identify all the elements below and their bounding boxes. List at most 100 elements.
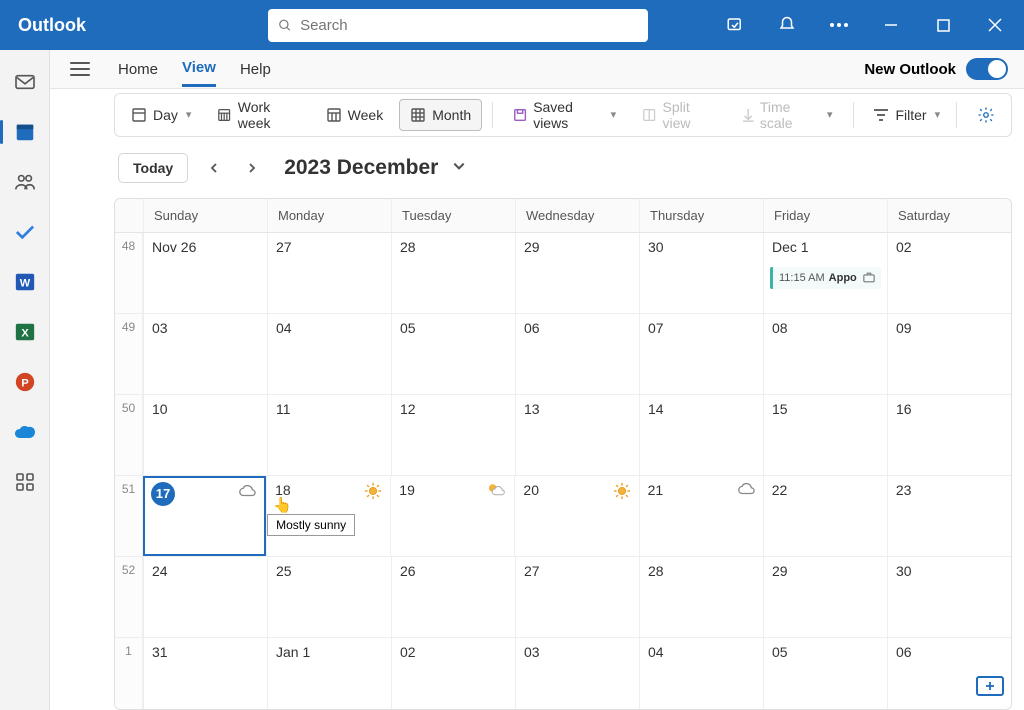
day-cell[interactable]: 30 bbox=[639, 233, 763, 313]
rail-word[interactable]: W bbox=[10, 268, 40, 296]
day-cell[interactable]: 23 bbox=[887, 476, 1011, 556]
filter-icon bbox=[873, 108, 889, 122]
view-workweek-button[interactable]: Work week bbox=[207, 99, 309, 131]
today-date-badge: 17 bbox=[151, 482, 175, 506]
header-thursday: Thursday bbox=[639, 199, 763, 232]
partly-cloudy-icon[interactable] bbox=[487, 482, 506, 503]
day-cell[interactable]: 22 bbox=[763, 476, 887, 556]
day-cell[interactable]: 28 bbox=[639, 557, 763, 637]
tab-help[interactable]: Help bbox=[240, 53, 271, 86]
rail-people[interactable] bbox=[10, 168, 40, 196]
filter-button[interactable]: Filter▾ bbox=[863, 99, 950, 131]
day-cell[interactable]: 29 bbox=[763, 557, 887, 637]
tab-home[interactable]: Home bbox=[118, 53, 158, 86]
rail-todo[interactable] bbox=[10, 218, 40, 246]
view-month-button[interactable]: Month bbox=[399, 99, 482, 131]
day-cell[interactable]: Jan 1 bbox=[267, 638, 391, 710]
day-cell[interactable]: 10 bbox=[143, 395, 267, 475]
day-cell[interactable]: 05 bbox=[391, 314, 515, 394]
sun-icon[interactable] bbox=[613, 482, 631, 505]
day-cell[interactable]: 13 bbox=[515, 395, 639, 475]
day-cell[interactable]: 02 bbox=[391, 638, 515, 710]
day-cell[interactable]: 26 bbox=[391, 557, 515, 637]
rail-onedrive[interactable] bbox=[10, 418, 40, 446]
day-cell[interactable]: 08 bbox=[763, 314, 887, 394]
header-saturday: Saturday bbox=[887, 199, 1011, 232]
day-cell[interactable]: 24 bbox=[143, 557, 267, 637]
day-cell-today[interactable]: 17 bbox=[143, 476, 266, 556]
day-cell[interactable]: 16 bbox=[887, 395, 1011, 475]
day-cell[interactable]: 28 bbox=[391, 233, 515, 313]
day-cell[interactable]: 05 bbox=[763, 638, 887, 710]
day-cell[interactable]: 02 bbox=[887, 233, 1011, 313]
nav-toggle-icon[interactable] bbox=[70, 62, 90, 76]
view-day-button[interactable]: Day▾ bbox=[121, 99, 201, 131]
chevron-down-icon[interactable] bbox=[452, 159, 466, 178]
day-cell[interactable]: 03 bbox=[515, 638, 639, 710]
rail-more-apps[interactable] bbox=[10, 468, 40, 496]
week-row: 50 10 11 12 13 14 15 16 bbox=[115, 395, 1011, 476]
chevron-down-icon: ▾ bbox=[935, 108, 941, 121]
day-cell[interactable]: 18 👆 Mostly sunny bbox=[266, 476, 390, 556]
more-icon[interactable] bbox=[824, 10, 854, 40]
day-cell[interactable]: Dec 1 11:15 AM Appo bbox=[763, 233, 887, 313]
rail-powerpoint[interactable]: P bbox=[10, 368, 40, 396]
rail-mail[interactable] bbox=[10, 68, 40, 96]
day-cell[interactable]: 31 bbox=[143, 638, 267, 710]
week-row: 49 03 04 05 06 07 08 09 bbox=[115, 314, 1011, 395]
day-cell[interactable]: 25 bbox=[267, 557, 391, 637]
day-cell[interactable]: 03 bbox=[143, 314, 267, 394]
header-tuesday: Tuesday bbox=[391, 199, 515, 232]
day-cell[interactable]: 15 bbox=[763, 395, 887, 475]
day-cell[interactable]: 19 bbox=[390, 476, 514, 556]
time-scale-button: Time scale▾ bbox=[732, 99, 843, 131]
window-maximize[interactable] bbox=[928, 10, 958, 40]
day-cell[interactable]: 20 bbox=[514, 476, 638, 556]
day-cell[interactable]: 12 bbox=[391, 395, 515, 475]
notifications-icon[interactable] bbox=[772, 10, 802, 40]
toggle-switch-icon[interactable] bbox=[966, 58, 1008, 80]
day-cell[interactable]: 07 bbox=[639, 314, 763, 394]
assist-icon[interactable] bbox=[720, 10, 750, 40]
rail-calendar[interactable] bbox=[10, 118, 40, 146]
next-period-button[interactable] bbox=[240, 156, 264, 180]
day-cell[interactable]: 14 bbox=[639, 395, 763, 475]
prev-period-button[interactable] bbox=[202, 156, 226, 180]
view-toolbar: Day▾ Work week Week Month Saved views▾ bbox=[114, 93, 1012, 136]
day-cell[interactable]: 21 bbox=[639, 476, 763, 556]
tab-view[interactable]: View bbox=[182, 51, 216, 87]
day-cell[interactable]: Nov 26 bbox=[143, 233, 267, 313]
search-box[interactable] bbox=[268, 9, 648, 42]
cursor-pointer-icon: 👆 bbox=[273, 496, 292, 514]
day-cell[interactable]: 27 bbox=[267, 233, 391, 313]
day-cell[interactable]: 06 bbox=[515, 314, 639, 394]
header-friday: Friday bbox=[763, 199, 887, 232]
save-icon bbox=[513, 107, 527, 123]
today-button[interactable]: Today bbox=[118, 153, 188, 183]
rail-excel[interactable]: X bbox=[10, 318, 40, 346]
svg-text:W: W bbox=[19, 278, 30, 290]
calendar-event[interactable]: 11:15 AM Appo bbox=[770, 267, 881, 289]
window-minimize[interactable] bbox=[876, 10, 906, 40]
window-close[interactable] bbox=[980, 10, 1010, 40]
view-week-button[interactable]: Week bbox=[316, 99, 394, 131]
day-cell[interactable]: 09 bbox=[887, 314, 1011, 394]
briefcase-icon bbox=[863, 272, 875, 283]
day-cell[interactable]: 30 bbox=[887, 557, 1011, 637]
search-input[interactable] bbox=[300, 17, 638, 34]
day-cell[interactable]: 29 bbox=[515, 233, 639, 313]
new-outlook-toggle[interactable]: New Outlook bbox=[864, 58, 1024, 80]
day-cell[interactable]: 04 bbox=[639, 638, 763, 710]
saved-views-button[interactable]: Saved views▾ bbox=[503, 99, 626, 131]
day-cell[interactable]: 04 bbox=[267, 314, 391, 394]
cloud-icon[interactable] bbox=[238, 484, 256, 503]
calendar-settings-button[interactable] bbox=[967, 99, 1005, 131]
day-cell[interactable]: 27 bbox=[515, 557, 639, 637]
week-number: 48 bbox=[115, 233, 143, 313]
cloud-icon[interactable] bbox=[737, 482, 755, 501]
sun-icon[interactable] bbox=[364, 482, 382, 505]
quick-add-event-button[interactable] bbox=[976, 676, 1004, 696]
day-cell[interactable]: 06 bbox=[887, 638, 1011, 710]
current-period-label[interactable]: 2023 December bbox=[284, 156, 438, 180]
day-cell[interactable]: 11 bbox=[267, 395, 391, 475]
